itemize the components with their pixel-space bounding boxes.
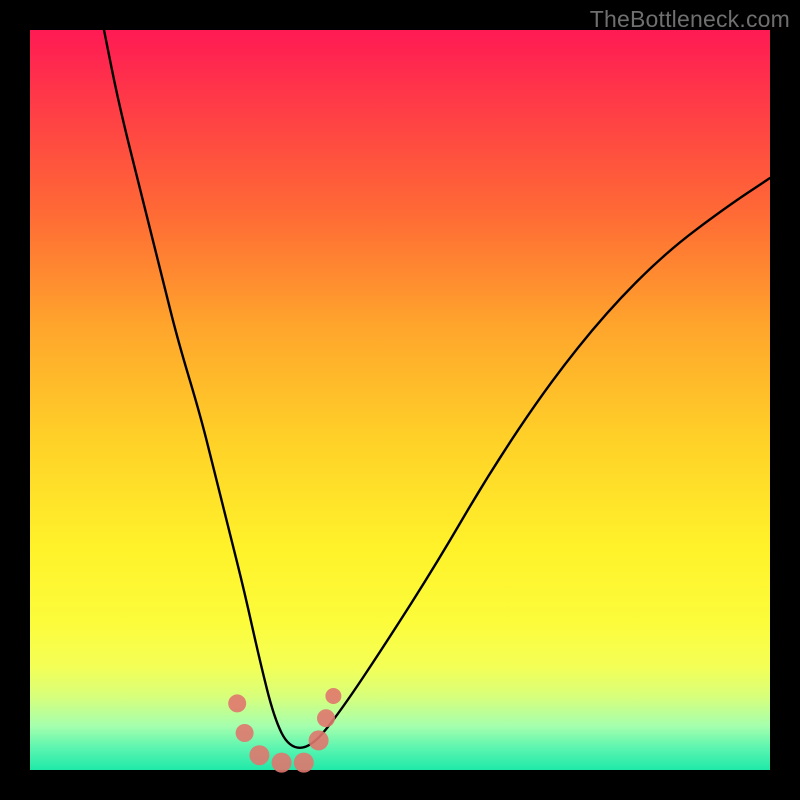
curve-marker <box>325 688 341 704</box>
curve-marker <box>309 730 329 750</box>
chart-frame: TheBottleneck.com <box>0 0 800 800</box>
watermark-text: TheBottleneck.com <box>590 6 790 33</box>
curve-marker <box>236 724 254 742</box>
plot-area <box>30 30 770 770</box>
curve-marker <box>249 745 269 765</box>
curve-marker <box>228 694 246 712</box>
curve-marker <box>294 753 314 773</box>
curve-svg <box>30 30 770 770</box>
curve-marker <box>317 709 335 727</box>
bottleneck-curve <box>104 30 770 748</box>
curve-marker <box>272 753 292 773</box>
